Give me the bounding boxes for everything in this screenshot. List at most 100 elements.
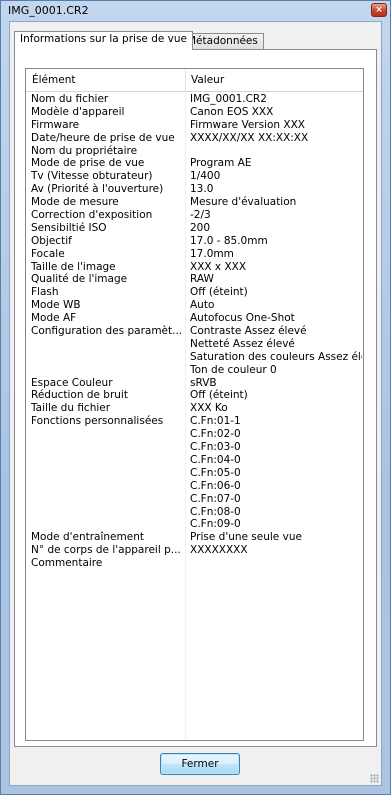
row-value: 13.0 — [190, 183, 214, 196]
table-row[interactable]: Mode d'entraînement Prise d'une seule vue — [26, 531, 363, 544]
table-row[interactable]: Commentaire — [26, 557, 363, 570]
table-row[interactable]: C.Fn:09-0 — [26, 518, 363, 531]
table-row[interactable]: Configuration des paramèt... Contraste As… — [26, 325, 363, 338]
row-value: RAW — [190, 273, 214, 286]
table-row[interactable]: C.Fn:06-0 — [26, 480, 363, 493]
row-value: Off (éteint) — [190, 389, 248, 402]
row-element-label: Tv (Vitesse obturateur) — [31, 170, 153, 183]
table-row[interactable]: Modèle d'appareil Canon EOS XXX — [26, 106, 363, 119]
row-value: 17.0 - 85.0mm — [190, 234, 268, 247]
row-value: C.Fn:07-0 — [190, 492, 241, 505]
table-row[interactable]: Réduction de bruit Off (éteint) — [26, 389, 363, 402]
row-value: -2/3 — [190, 209, 211, 222]
table-row[interactable]: Mode de prise de vue Program AE — [26, 157, 363, 170]
row-element-label: Correction d'exposition — [31, 209, 153, 222]
table-row[interactable]: Focale 17.0mm — [26, 248, 363, 261]
table-row[interactable]: Taille du fichier XXX Ko — [26, 402, 363, 415]
row-element-label: Modèle d'appareil — [31, 105, 125, 118]
row-element-label: Nom du fichier — [31, 93, 109, 105]
table-row[interactable]: C.Fn:05-0 — [26, 467, 363, 480]
table-row[interactable]: Saturation des couleurs Assez élevé — [26, 351, 363, 364]
table-row[interactable]: Correction d'exposition -2/3 — [26, 209, 363, 222]
table-row[interactable]: Nom du fichier IMG_0001.CR2 — [26, 93, 363, 106]
row-element-label: Fonctions personnalisées — [31, 415, 164, 428]
row-element-label: Flash — [31, 286, 59, 299]
table-row[interactable]: Flash Off (éteint) — [26, 286, 363, 299]
table-row[interactable]: C.Fn:04-0 — [26, 454, 363, 467]
tab-metadata[interactable]: Métadonnées — [181, 33, 264, 49]
table-row[interactable]: C.Fn:08-0 — [26, 506, 363, 519]
table-row[interactable]: C.Fn:02-0 — [26, 428, 363, 441]
tab-shooting-info[interactable]: Informations sur la prise de vue — [14, 31, 194, 50]
row-element-label: Firmware — [31, 118, 80, 131]
row-value: Autofocus One-Shot — [190, 312, 295, 325]
table-row[interactable]: Mode de mesure Mesure d'évaluation — [26, 196, 363, 209]
row-value: XXXXXXXX — [190, 544, 248, 557]
table-row[interactable]: C.Fn:07-0 — [26, 493, 363, 506]
row-element-label: Nom du propriétaire — [31, 144, 138, 157]
row-value: sRVB — [190, 376, 217, 389]
row-value: Contraste Assez élevé — [190, 325, 307, 338]
row-element-label: Date/heure de prise de vue — [31, 131, 175, 144]
row-element-label: Commentaire — [31, 557, 103, 570]
row-element-label: Focale — [31, 247, 65, 260]
close-button[interactable]: Fermer — [160, 753, 240, 775]
row-value: 1/400 — [190, 170, 221, 183]
table-row[interactable]: Tv (Vitesse obturateur) 1/400 — [26, 170, 363, 183]
row-element-label: Qualité de l'image — [31, 273, 128, 286]
row-value: Firmware Version XXX — [190, 118, 305, 131]
row-element-label: Taille du fichier — [31, 402, 111, 415]
table-row[interactable]: Espace Couleur sRVB — [26, 377, 363, 390]
tab-panel-shooting-info: Élément Valeur Nom du fichier IMG_0001.CR… — [14, 49, 377, 747]
row-value: C.Fn:08-0 — [190, 505, 241, 518]
table-row[interactable]: Sensibiltié ISO 200 — [26, 222, 363, 235]
table-row[interactable]: Mode AF Autofocus One-Shot — [26, 312, 363, 325]
table-row[interactable]: N° de corps de l'appareil p... XXXXXXXX — [26, 544, 363, 557]
list-rows: Nom du fichier IMG_0001.CR2 Modèle d'appar… — [26, 92, 363, 570]
table-row[interactable]: Ton de couleur 0 — [26, 364, 363, 377]
close-icon: × — [375, 5, 383, 15]
info-dialog-window: IMG_0001.CR2 × Informations sur la prise… — [0, 0, 391, 795]
title-bar[interactable]: IMG_0001.CR2 × — [1, 1, 390, 21]
row-element-label: Mode WB — [31, 299, 81, 312]
table-row[interactable]: Netteté Assez élevé — [26, 338, 363, 351]
column-header-element[interactable]: Élément — [32, 74, 75, 86]
table-row[interactable]: Nom du propriétaire — [26, 145, 363, 158]
table-row[interactable]: Date/heure de prise de vue XXXX/XX/XX XX:… — [26, 132, 363, 145]
row-value: Program AE — [190, 157, 252, 170]
tab-strip: Informations sur la prise de vue Métadon… — [14, 31, 377, 50]
row-element-label: Mode de prise de vue — [31, 157, 145, 170]
close-window-button[interactable]: × — [371, 3, 387, 17]
row-value: C.Fn:09-0 — [190, 518, 241, 531]
row-value: XXX x XXX — [190, 260, 247, 273]
row-value: C.Fn:02-0 — [190, 428, 241, 441]
row-value: 17.0mm — [190, 247, 234, 260]
row-element-label: Mode d'entraînement — [31, 531, 144, 544]
resize-grip-icon[interactable] — [370, 774, 379, 783]
dialog-client-area: Informations sur la prise de vue Métadon… — [9, 21, 382, 786]
row-value: Mesure d'évaluation — [190, 196, 297, 209]
column-divider[interactable] — [185, 69, 186, 91]
row-value: C.Fn:04-0 — [190, 453, 241, 466]
table-row[interactable]: Av (Priorité à l'ouverture) 13.0 — [26, 183, 363, 196]
table-row[interactable]: Mode WB Auto — [26, 299, 363, 312]
row-value: C.Fn:05-0 — [190, 466, 241, 479]
table-row[interactable]: Objectif 17.0 - 85.0mm — [26, 235, 363, 248]
window-title: IMG_0001.CR2 — [8, 4, 89, 17]
table-row[interactable]: Firmware Firmware Version XXX — [26, 119, 363, 132]
row-element-label: Mode de mesure — [31, 196, 119, 209]
row-value: Netteté Assez élevé — [190, 337, 295, 350]
row-element-label: Espace Couleur — [31, 376, 113, 389]
list-header: Élément Valeur — [26, 69, 363, 92]
table-row[interactable]: Taille de l'image XXX x XXX — [26, 261, 363, 274]
row-element-label: Taille de l'image — [31, 260, 116, 273]
info-list-view[interactable]: Élément Valeur Nom du fichier IMG_0001.CR… — [25, 68, 364, 741]
row-element-label: Sensibiltié ISO — [31, 221, 107, 234]
row-element-label: Réduction de bruit — [31, 389, 128, 402]
table-row[interactable]: Qualité de l'image RAW — [26, 273, 363, 286]
table-row[interactable]: C.Fn:03-0 — [26, 441, 363, 454]
table-row[interactable]: Fonctions personnalisées C.Fn:01-1 — [26, 415, 363, 428]
row-value: C.Fn:06-0 — [190, 479, 241, 492]
row-element-label: Configuration des paramèt... — [31, 325, 181, 338]
column-header-value[interactable]: Valeur — [191, 74, 224, 86]
